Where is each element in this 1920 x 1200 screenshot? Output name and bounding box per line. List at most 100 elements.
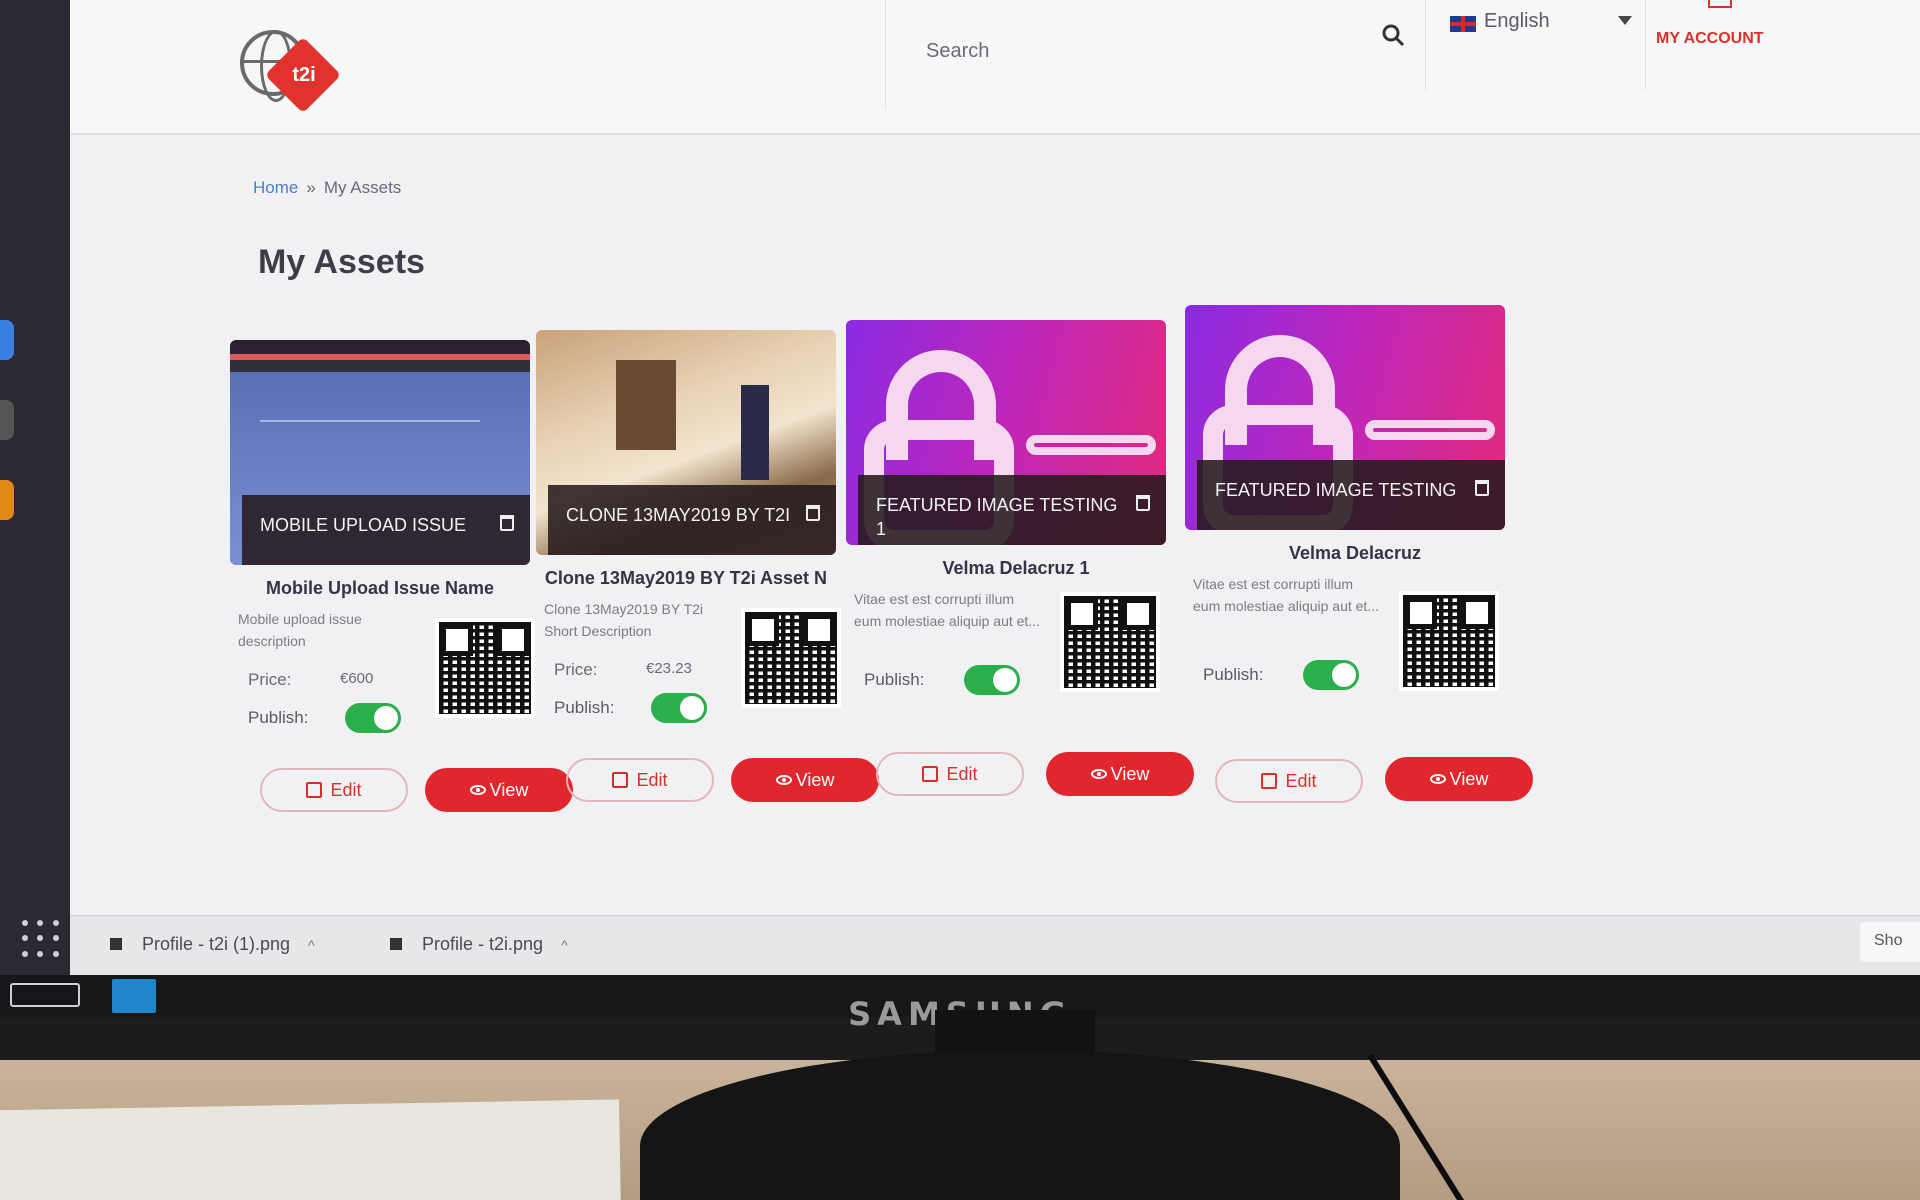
lock-key (1365, 420, 1495, 440)
t2i-logo[interactable]: t2i (240, 28, 342, 114)
asset-description: Mobile upload issue description (238, 611, 362, 649)
publish-toggle[interactable] (1303, 660, 1359, 690)
dock-app-icon[interactable] (0, 400, 14, 440)
asset-image[interactable]: FEATURED IMAGE TESTING (1185, 305, 1505, 530)
eye-icon (1429, 774, 1446, 784)
view-label: View (1110, 763, 1150, 784)
trash-icon[interactable] (806, 505, 820, 521)
breadcrumb-current: My Assets (323, 178, 402, 197)
download-item[interactable]: Profile - t2i.png ^ (390, 934, 568, 955)
dock-app-icon[interactable] (0, 320, 14, 360)
asset-image[interactable]: MOBILE UPLOAD ISSUE (230, 340, 530, 565)
view-button[interactable]: View (1385, 757, 1533, 801)
asset-description: Vitae est est corrupti illum eum molesti… (854, 591, 1040, 629)
view-button[interactable]: View (425, 768, 573, 812)
search-input[interactable]: Search (926, 40, 989, 63)
qr-code (1399, 591, 1499, 691)
price-label: Price: (554, 660, 598, 679)
asset-name: Mobile Upload Issue Name (265, 578, 495, 598)
left-dock (0, 0, 70, 975)
asset-image[interactable]: CLONE 13MAY2019 BY T2I (536, 330, 836, 555)
edit-button[interactable]: Edit (1215, 759, 1363, 803)
edit-icon (612, 772, 629, 788)
asset-image[interactable]: FEATURED IMAGE TESTING 1 (846, 320, 1166, 545)
paper-sheet (0, 1099, 621, 1200)
view-button[interactable]: View (1046, 752, 1194, 796)
web-page: t2i Search English MY ACCOUNT Home » My … (70, 0, 1920, 915)
asset-image-caption: FEATURED IMAGE TESTING (1197, 460, 1505, 530)
dock-app-icon[interactable] (0, 480, 14, 520)
download-filename: Profile - t2i.png (422, 934, 544, 954)
edit-label: Edit (636, 769, 668, 790)
show-all-button[interactable]: Sho (1860, 922, 1920, 962)
publish-label: Publish: (1203, 665, 1264, 684)
publish-label: Publish: (554, 698, 615, 717)
asset-image-caption: CLONE 13MAY2019 BY T2I (548, 485, 836, 555)
eye-icon (469, 785, 486, 795)
edit-icon (1261, 773, 1278, 789)
breadcrumb-home-link[interactable]: Home (253, 178, 298, 197)
language-selector[interactable]: English (1425, 0, 1645, 90)
search-box[interactable]: Search (885, 0, 1405, 110)
asset-image-caption: FEATURED IMAGE TESTING 1 (858, 475, 1166, 545)
edit-icon (922, 766, 939, 782)
file-icon (110, 938, 122, 950)
language-label: English (1484, 10, 1550, 32)
qr-code (435, 618, 535, 718)
edit-button[interactable]: Edit (260, 768, 408, 812)
lock-key (1026, 435, 1156, 455)
publish-label: Publish: (248, 708, 309, 727)
edit-label: Edit (946, 763, 978, 784)
publish-label: Publish: (864, 670, 925, 689)
price-label: Price: (248, 670, 292, 689)
edit-button[interactable]: Edit (566, 758, 714, 802)
download-filename: Profile - t2i (1).png (142, 934, 291, 954)
chevron-up-icon[interactable]: ^ (308, 937, 315, 953)
logo-text: t2i (292, 64, 316, 86)
account-icon (1708, 0, 1732, 8)
asset-image-caption: MOBILE UPLOAD ISSUE (242, 495, 530, 565)
trash-icon[interactable] (1475, 480, 1489, 496)
publish-toggle[interactable] (345, 703, 401, 733)
account-label[interactable]: MY ACCOUNT (1656, 30, 1764, 48)
door (741, 385, 769, 480)
asset-caption-text: MOBILE UPLOAD ISSUE (260, 515, 467, 535)
edit-icon (306, 782, 323, 798)
screenshot-line (260, 420, 480, 422)
edit-button[interactable]: Edit (876, 752, 1024, 796)
toggle-knob (993, 668, 1017, 692)
my-account-link[interactable]: MY ACCOUNT (1645, 0, 1795, 90)
qr-code (1060, 592, 1160, 692)
downloads-bar: Profile - t2i (1).png ^ Profile - t2i.png… (70, 915, 1920, 975)
qr-code (741, 608, 841, 708)
asset-name: Clone 13May2019 BY T2i Asset N (544, 568, 828, 588)
download-item[interactable]: Profile - t2i (1).png ^ (110, 934, 315, 955)
breadcrumb: Home » My Assets (253, 178, 401, 198)
view-label: View (489, 779, 529, 800)
chevron-up-icon[interactable]: ^ (561, 937, 568, 953)
edit-label: Edit (1285, 770, 1317, 791)
view-button[interactable]: View (731, 758, 879, 802)
eye-icon (775, 775, 792, 785)
photo-scene: t2i Search English MY ACCOUNT Home » My … (0, 0, 1920, 1200)
asset-name: Velma Delacruz 1 (942, 558, 1090, 578)
view-label: View (795, 769, 835, 790)
asset-caption-text: FEATURED IMAGE TESTING 1 (876, 495, 1118, 539)
publish-toggle[interactable] (651, 693, 707, 723)
toggle-knob (680, 696, 704, 720)
wall-art (616, 360, 676, 450)
toggle-knob (1332, 663, 1356, 687)
file-icon (390, 938, 402, 950)
view-label: View (1449, 768, 1489, 789)
apps-grid-icon[interactable] (22, 920, 62, 960)
price-value: €600 (340, 670, 374, 687)
asset-caption-text: FEATURED IMAGE TESTING (1215, 480, 1457, 500)
chevron-down-icon[interactable] (1618, 16, 1632, 25)
trash-icon[interactable] (1136, 495, 1150, 511)
asset-description: Clone 13May2019 BY T2i Short Description (544, 601, 704, 639)
asset-name: Velma Delacruz (1288, 543, 1422, 563)
trash-icon[interactable] (500, 515, 514, 531)
site-header: t2i Search English MY ACCOUNT (70, 0, 1920, 135)
publish-toggle[interactable] (964, 665, 1020, 695)
search-icon[interactable] (1380, 22, 1406, 48)
